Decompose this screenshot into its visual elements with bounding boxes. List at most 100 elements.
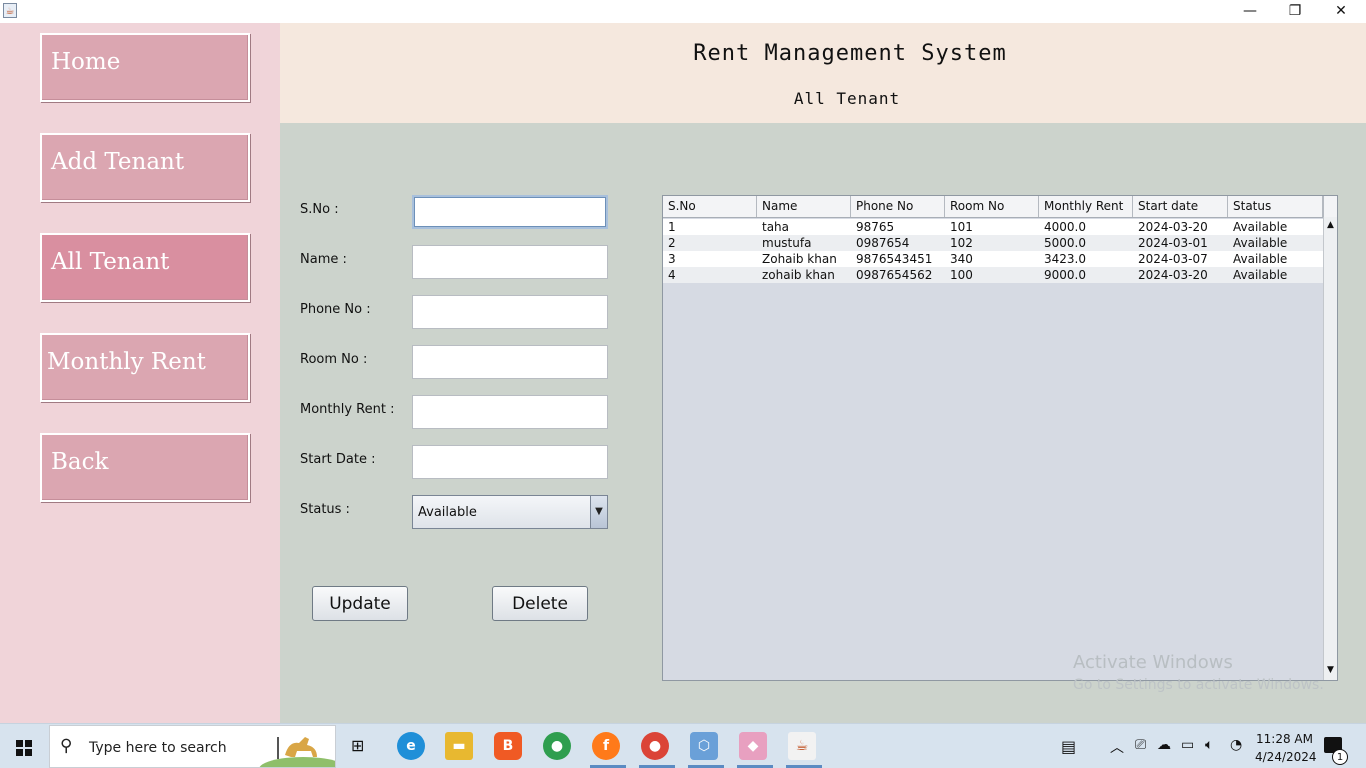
brave-icon[interactable]: B (494, 732, 522, 760)
taskbar-search[interactable]: ⚲ Type here to search (49, 725, 336, 768)
edge-icon[interactable]: e (397, 732, 425, 760)
cell-start-date: 2024-03-20 (1138, 268, 1208, 282)
phone-input[interactable] (412, 295, 608, 329)
sidebar-item-add-tenant[interactable]: Add Tenant (40, 133, 250, 202)
phone-label: Phone No : (300, 302, 371, 317)
table-row[interactable]: 1 taha 98765 101 4000.0 2024-03-20 Avail… (663, 219, 1323, 235)
windows-start-icon[interactable] (16, 740, 32, 756)
cell-monthly-rent: 9000.0 (1044, 268, 1086, 282)
table-scrollbar[interactable]: ▲ ▼ (1323, 217, 1337, 680)
netbeans-icon[interactable]: ⬡ (690, 732, 718, 760)
cell-status: Available (1233, 268, 1288, 282)
page-header: Rent Management System All Tenant (280, 23, 1366, 123)
monthly-rent-label: Monthly Rent : (300, 402, 395, 417)
start-date-label: Start Date : (300, 452, 376, 467)
meet-icon[interactable]: ⎚ (1135, 737, 1146, 753)
search-placeholder: Type here to search (89, 740, 227, 756)
task-view-icon[interactable]: ⊞ (351, 736, 364, 755)
delete-button[interactable]: Delete (492, 586, 588, 621)
java-taskbar-icon[interactable]: ☕ (788, 732, 816, 760)
clock-date[interactable]: 4/24/2024 (1255, 750, 1317, 764)
sidebar-item-home[interactable]: Home (40, 33, 250, 102)
table-corner (1323, 196, 1337, 217)
sidebar-item-back[interactable]: Back (40, 433, 250, 502)
activate-windows-hint: Go to Settings to activate Windows. (1073, 677, 1324, 693)
cell-status: Available (1233, 220, 1288, 234)
cell-name: taha (762, 220, 790, 234)
scroll-up-icon[interactable]: ▲ (1324, 217, 1337, 233)
table-row[interactable]: 4 zohaib khan 0987654562 100 9000.0 2024… (663, 267, 1323, 283)
cell-sno: 4 (668, 268, 676, 282)
wifi-icon[interactable]: ◔ (1230, 737, 1242, 753)
restore-button[interactable]: ❐ (1272, 0, 1318, 23)
search-icon: ⚲ (60, 736, 73, 756)
column-header-monthly-rent[interactable]: Monthly Rent (1039, 196, 1133, 217)
room-input[interactable] (412, 345, 608, 379)
cell-room: 100 (950, 268, 973, 282)
cell-start-date: 2024-03-20 (1138, 220, 1208, 234)
name-input[interactable] (412, 245, 608, 279)
sno-input[interactable] (412, 195, 608, 229)
update-button[interactable]: Update (312, 586, 408, 621)
sidebar-item-all-tenant[interactable]: All Tenant (40, 233, 250, 302)
news-widget-icon[interactable]: ▤ (1061, 737, 1076, 756)
close-button[interactable]: ✕ (1318, 0, 1364, 23)
start-date-input[interactable] (412, 445, 608, 479)
chevron-up-icon[interactable]: ︿ (1110, 737, 1124, 757)
status-selected-value: Available (418, 505, 477, 520)
sidebar-item-monthly-rent[interactable]: Monthly Rent (40, 333, 250, 402)
cell-status: Available (1233, 252, 1288, 266)
activate-windows-watermark: Activate Windows (1073, 652, 1233, 673)
cell-start-date: 2024-03-01 (1138, 236, 1208, 250)
search-highlight-art-icon (259, 737, 335, 767)
file-explorer-icon[interactable]: ▬ (445, 732, 473, 760)
cell-sno: 3 (668, 252, 676, 266)
column-header-name[interactable]: Name (757, 196, 851, 217)
cell-monthly-rent: 5000.0 (1044, 236, 1086, 250)
chrome-icon[interactable]: ● (543, 732, 571, 760)
cell-name: mustufa (762, 236, 812, 250)
room-label: Room No : (300, 352, 368, 367)
taskbar: ⚲ Type here to search ⊞ e ▬ B ● f ● ⬡ ◆ … (0, 723, 1366, 768)
table-row[interactable]: 2 mustufa 0987654 102 5000.0 2024-03-01 … (663, 235, 1323, 251)
battery-icon[interactable]: ▭ (1181, 737, 1194, 753)
column-header-sno[interactable]: S.No (663, 196, 757, 217)
cell-sno: 1 (668, 220, 676, 234)
sidebar: Home Add Tenant All Tenant Monthly Rent … (0, 23, 280, 723)
cell-room: 102 (950, 236, 973, 250)
cell-phone: 98765 (856, 220, 895, 234)
table-header: S.No Name Phone No Room No Monthly Rent … (663, 196, 1323, 218)
notification-badge: 1 (1332, 749, 1348, 765)
status-label: Status : (300, 502, 350, 517)
page-subtitle: All Tenant (793, 89, 901, 108)
chrome-profile-icon[interactable]: ● (641, 732, 669, 760)
cell-room: 101 (950, 220, 973, 234)
name-label: Name : (300, 252, 347, 267)
monthly-rent-input[interactable] (412, 395, 608, 429)
table-row[interactable]: 3 Zohaib khan 9876543451 340 3423.0 2024… (663, 251, 1323, 267)
column-header-phone[interactable]: Phone No (851, 196, 945, 217)
minimize-button[interactable]: — (1227, 0, 1273, 23)
window-titlebar: ☕ — ❐ ✕ (0, 0, 1366, 23)
cell-room: 340 (950, 252, 973, 266)
clock-time[interactable]: 11:28 AM (1256, 732, 1313, 746)
cell-monthly-rent: 3423.0 (1044, 252, 1086, 266)
volume-icon[interactable]: 🔈︎ (1205, 737, 1213, 753)
java-app-icon[interactable]: ☕ (3, 3, 17, 18)
status-select[interactable]: Available ▼ (412, 495, 608, 529)
column-header-status[interactable]: Status (1228, 196, 1323, 217)
chevron-down-icon[interactable]: ▼ (590, 496, 607, 528)
cell-phone: 0987654562 (856, 268, 933, 282)
cloud-off-icon[interactable]: ☁ (1157, 737, 1171, 753)
tenant-table: S.No Name Phone No Room No Monthly Rent … (662, 195, 1338, 681)
column-header-start-date[interactable]: Start date (1133, 196, 1228, 217)
git-icon[interactable]: ◆ (739, 732, 767, 760)
scroll-down-icon[interactable]: ▼ (1324, 662, 1337, 678)
firefox-icon[interactable]: f (592, 732, 620, 760)
cell-sno: 2 (668, 236, 676, 250)
column-header-room[interactable]: Room No (945, 196, 1039, 217)
cell-phone: 9876543451 (856, 252, 933, 266)
cell-phone: 0987654 (856, 236, 910, 250)
sno-label: S.No : (300, 202, 339, 217)
cell-start-date: 2024-03-07 (1138, 252, 1208, 266)
